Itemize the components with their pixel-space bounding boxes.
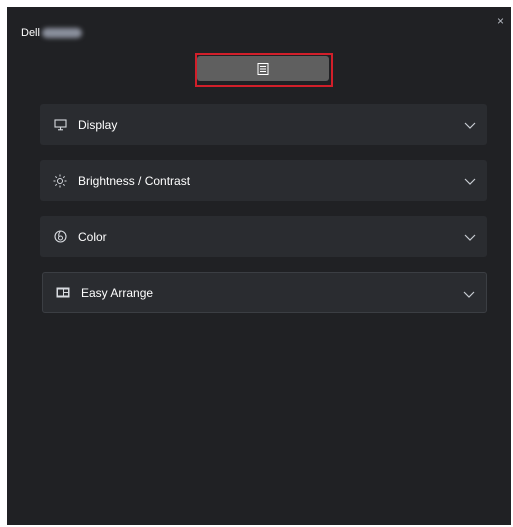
menu-list-icon	[257, 62, 269, 75]
monitor-icon	[52, 117, 68, 133]
section-color-label: Color	[78, 229, 107, 244]
section-color[interactable]: Color	[40, 216, 487, 257]
app-window: Dell × Display Brightness / Contrast Col…	[7, 7, 511, 525]
color-palette-icon	[52, 229, 68, 245]
chevron-down-icon	[464, 122, 476, 129]
section-brightness-label: Brightness / Contrast	[78, 173, 191, 188]
section-easy-arrange[interactable]: Easy Arrange	[42, 272, 487, 313]
brightness-icon	[52, 173, 68, 189]
section-brightness-contrast[interactable]: Brightness / Contrast	[40, 160, 487, 201]
easy-arrange-icon	[55, 285, 71, 301]
chevron-down-icon	[464, 234, 476, 241]
chevron-down-icon	[463, 291, 475, 298]
redacted-model-name	[41, 28, 82, 38]
section-easy-arrange-label: Easy Arrange	[81, 285, 154, 300]
app-title-text: Dell	[21, 27, 40, 39]
section-display-label: Display	[78, 117, 118, 132]
close-button[interactable]: ×	[497, 15, 504, 27]
section-display[interactable]: Display	[40, 104, 487, 145]
app-title: Dell	[21, 27, 82, 39]
menu-button[interactable]	[197, 56, 329, 81]
chevron-down-icon	[464, 178, 476, 185]
